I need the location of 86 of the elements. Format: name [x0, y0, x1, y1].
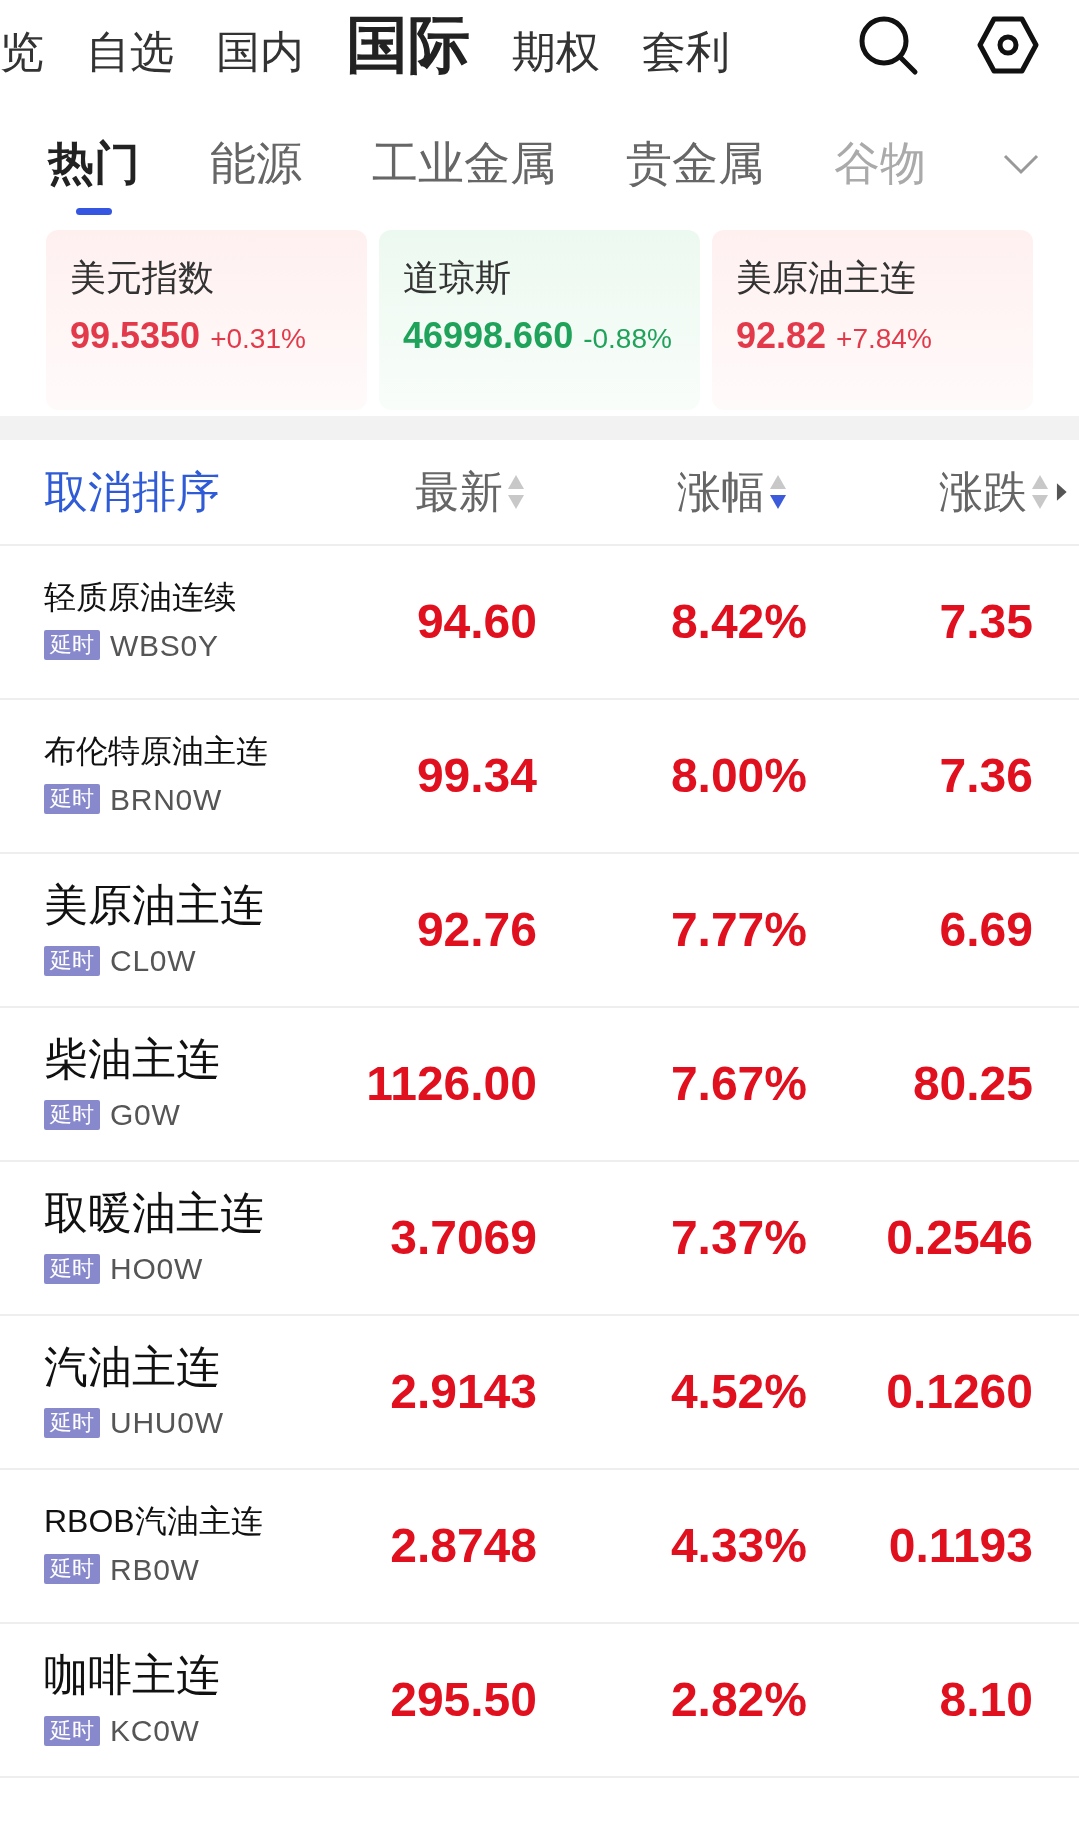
quote-row[interactable]: 美原油主连 延时 CL0W 92.76 7.77% 6.69 [0, 854, 1079, 1008]
latest-price: 92.76 [415, 902, 537, 958]
change-value: 8.10 [938, 1672, 1033, 1728]
chevron-down-icon[interactable] [1003, 154, 1039, 176]
market-tab[interactable]: 套利 [642, 30, 730, 76]
instrument-code: BRN0W [110, 781, 223, 818]
latest-price: 94.60 [415, 594, 537, 650]
caret-right-icon[interactable] [1055, 481, 1069, 503]
delay-tag: 延时 [44, 630, 100, 660]
instrument-name: 柴油主连 [44, 1033, 221, 1085]
market-tab[interactable]: 自选 [86, 30, 174, 76]
instrument-name: 轻质原油连续 [44, 577, 237, 617]
index-change: +0.31% [210, 325, 306, 353]
change-value: 80.25 [911, 1056, 1033, 1112]
index-name: 美元指数 [70, 260, 215, 296]
change-percent: 4.33% [669, 1518, 807, 1574]
delay-tag: 延时 [44, 784, 100, 814]
delay-tag: 延时 [44, 1099, 100, 1130]
quote-row[interactable]: 取暖油主连 延时 HO0W 3.7069 7.37% 0.2546 [0, 1162, 1079, 1316]
index-name: 美原油主连 [736, 260, 917, 296]
latest-price: 3.7069 [389, 1210, 537, 1266]
change-value: 0.1260 [885, 1364, 1033, 1420]
quote-row[interactable]: 布伦特原油主连 延时 BRN0W 99.34 8.00% 7.36 [0, 700, 1079, 854]
index-price: 46998.660 [403, 318, 574, 354]
market-tab[interactable]: 期权 [512, 30, 600, 76]
latest-price: 2.8748 [389, 1518, 537, 1574]
index-card[interactable]: 美元指数 99.5350 +0.31% [46, 230, 367, 410]
category-tab[interactable]: 热门 [48, 140, 140, 215]
instrument-code: UHU0W [110, 1405, 224, 1441]
quote-row[interactable]: 咖啡主连 延时 KC0W 295.50 2.82% 8.10 [0, 1624, 1079, 1778]
instrument-code: WBS0Y [110, 627, 219, 664]
change-value: 0.1193 [887, 1518, 1033, 1574]
instrument-name: 汽油主连 [44, 1341, 221, 1393]
instrument-code: KC0W [110, 1713, 200, 1749]
instrument-name: RBOB汽油主连 [44, 1501, 264, 1541]
latest-price: 2.9143 [389, 1364, 537, 1420]
change-percent: 7.77% [669, 902, 807, 958]
instrument-code: RB0W [110, 1551, 200, 1588]
delay-tag: 延时 [44, 945, 100, 976]
category-tab[interactable]: 贵金属 [626, 140, 764, 215]
change-percent: 8.42% [669, 594, 807, 650]
change-value: 7.35 [938, 594, 1033, 650]
column-header[interactable]: 涨跌 [787, 470, 1050, 514]
instrument-name: 布伦特原油主连 [44, 731, 269, 771]
category-tab[interactable]: 能源 [210, 140, 302, 215]
change-value: 0.2546 [885, 1210, 1033, 1266]
change-percent: 2.82% [669, 1672, 807, 1728]
cancel-sort-button[interactable]: 取消排序 [44, 470, 287, 514]
index-price: 99.5350 [70, 318, 201, 354]
market-tab[interactable]: 览 [0, 30, 44, 76]
instrument-code: CL0W [110, 943, 197, 979]
delay-tag: 延时 [44, 1554, 100, 1584]
instrument-name: 美原油主连 [44, 879, 265, 931]
index-change: -0.88% [583, 325, 672, 353]
settings-icon[interactable] [977, 16, 1039, 74]
change-percent: 4.52% [669, 1364, 807, 1420]
index-change: +7.84% [836, 325, 932, 353]
instrument-name: 取暖油主连 [44, 1187, 265, 1239]
change-percent: 7.37% [669, 1210, 807, 1266]
search-icon[interactable] [857, 14, 919, 76]
latest-price: 99.34 [415, 748, 537, 804]
delay-tag: 延时 [44, 1407, 100, 1438]
change-value: 7.36 [938, 748, 1033, 804]
index-card[interactable]: 美原油主连 92.82 +7.84% [712, 230, 1033, 410]
market-tab[interactable]: 国内 [216, 30, 304, 76]
column-header[interactable]: 涨幅 [525, 470, 788, 514]
change-value: 6.69 [938, 902, 1033, 958]
quote-row[interactable]: 汽油主连 延时 UHU0W 2.9143 4.52% 0.1260 [0, 1316, 1079, 1470]
change-percent: 8.00% [669, 748, 807, 804]
index-card[interactable]: 道琼斯 46998.660 -0.88% [379, 230, 700, 410]
market-tab[interactable]: 国际 [346, 14, 470, 76]
index-price: 92.82 [736, 318, 827, 354]
category-tab[interactable]: 工业金属 [372, 140, 556, 215]
index-name: 道琼斯 [403, 260, 512, 296]
instrument-code: G0W [110, 1097, 181, 1133]
delay-tag: 延时 [44, 1715, 100, 1746]
quote-row[interactable]: 轻质原油连续 延时 WBS0Y 94.60 8.42% 7.35 [0, 546, 1079, 700]
delay-tag: 延时 [44, 1253, 100, 1284]
instrument-name: 咖啡主连 [44, 1649, 221, 1701]
quote-row[interactable]: RBOB汽油主连 延时 RB0W 2.8748 4.33% 0.1193 [0, 1470, 1079, 1624]
change-percent: 7.67% [669, 1056, 807, 1112]
latest-price: 1126.00 [365, 1056, 537, 1112]
quote-row[interactable]: 柴油主连 延时 G0W 1126.00 7.67% 80.25 [0, 1008, 1079, 1162]
latest-price: 295.50 [389, 1672, 537, 1728]
column-header[interactable]: 最新 [286, 470, 526, 514]
instrument-code: HO0W [110, 1251, 203, 1287]
